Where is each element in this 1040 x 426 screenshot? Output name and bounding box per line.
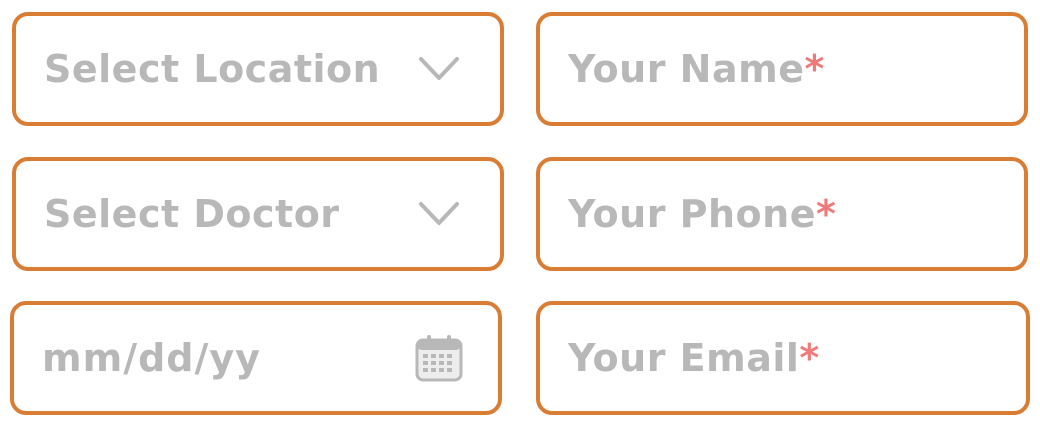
- email-field-placeholder: Your Email*: [568, 336, 820, 380]
- calendar-icon[interactable]: [414, 333, 464, 383]
- date-input[interactable]: mm/dd/yy: [10, 301, 502, 415]
- chevron-down-icon: [419, 202, 459, 225]
- phone-field[interactable]: Your Phone*: [536, 157, 1028, 271]
- location-select[interactable]: Select Location: [12, 12, 504, 126]
- doctor-select[interactable]: Select Doctor: [12, 157, 504, 271]
- date-input-placeholder: mm/dd/yy: [42, 336, 261, 380]
- chevron-down-icon: [419, 57, 459, 80]
- email-field[interactable]: Your Email*: [536, 301, 1030, 415]
- name-field-placeholder: Your Name*: [568, 47, 825, 91]
- name-field-label: Your Name: [568, 47, 805, 91]
- phone-field-placeholder: Your Phone*: [568, 192, 836, 236]
- phone-field-label: Your Phone: [568, 192, 816, 236]
- doctor-select-label: Select Doctor: [44, 192, 340, 236]
- name-field[interactable]: Your Name*: [536, 12, 1028, 126]
- location-select-label: Select Location: [44, 47, 381, 91]
- required-asterisk: *: [799, 336, 820, 380]
- required-asterisk: *: [816, 192, 837, 236]
- required-asterisk: *: [804, 47, 825, 91]
- email-field-label: Your Email: [568, 336, 800, 380]
